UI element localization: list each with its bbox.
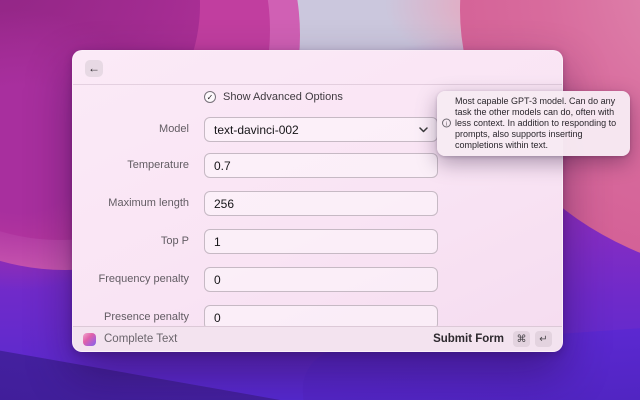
form-row-top-p: Top P xyxy=(73,229,562,254)
model-select-value: text-davinci-002 xyxy=(214,123,299,137)
checkbox-label: Show Advanced Options xyxy=(223,91,343,103)
frequency-penalty-field xyxy=(204,267,438,292)
field-label-frequency-penalty: Frequency penalty xyxy=(73,267,189,292)
top-p-field xyxy=(204,229,438,254)
frequency-penalty-input[interactable] xyxy=(205,268,437,291)
temperature-input[interactable] xyxy=(205,154,437,177)
return-key-icon: ↵ xyxy=(535,331,552,347)
top-p-input[interactable] xyxy=(205,230,437,253)
submit-form-button[interactable]: Submit Form ⌘ ↵ xyxy=(433,331,552,347)
checkbox-circle[interactable]: ✓ xyxy=(204,91,216,103)
back-button[interactable]: ← xyxy=(85,60,103,77)
submit-form-label: Submit Form xyxy=(433,333,504,345)
model-select[interactable]: text-davinci-002 xyxy=(204,117,438,142)
chevron-down-icon xyxy=(419,127,428,133)
form-row-maximum-length: Maximum length xyxy=(73,191,562,216)
extension-icon xyxy=(83,333,96,346)
temperature-field xyxy=(204,153,438,178)
command-key-icon: ⌘ xyxy=(513,331,530,347)
field-label-top-p: Top P xyxy=(73,229,189,254)
info-icon: i xyxy=(442,119,451,128)
field-label-maximum-length: Maximum length xyxy=(73,191,189,216)
form-row-temperature: Temperature xyxy=(73,153,562,178)
checkbox-check-icon: ✓ xyxy=(207,93,214,102)
form-row-frequency-penalty: Frequency penalty xyxy=(73,267,562,292)
maximum-length-field xyxy=(204,191,438,216)
back-arrow-icon: ← xyxy=(88,61,100,75)
field-label-temperature: Temperature xyxy=(73,153,189,178)
field-label-model: Model xyxy=(73,117,189,142)
window-footer: Complete Text Submit Form ⌘ ↵ xyxy=(73,326,562,351)
screen: ← ✓ Show Advanced Options Model text-dav… xyxy=(0,0,640,400)
window-header: ← xyxy=(73,51,562,85)
footer-action-label: Complete Text xyxy=(104,333,177,345)
show-advanced-options-checkbox[interactable]: ✓ Show Advanced Options xyxy=(204,89,343,105)
model-tooltip: i Most capable GPT-3 model. Can do any t… xyxy=(437,91,630,156)
maximum-length-input[interactable] xyxy=(205,192,437,215)
tooltip-text: Most capable GPT-3 model. Can do any tas… xyxy=(455,96,616,150)
